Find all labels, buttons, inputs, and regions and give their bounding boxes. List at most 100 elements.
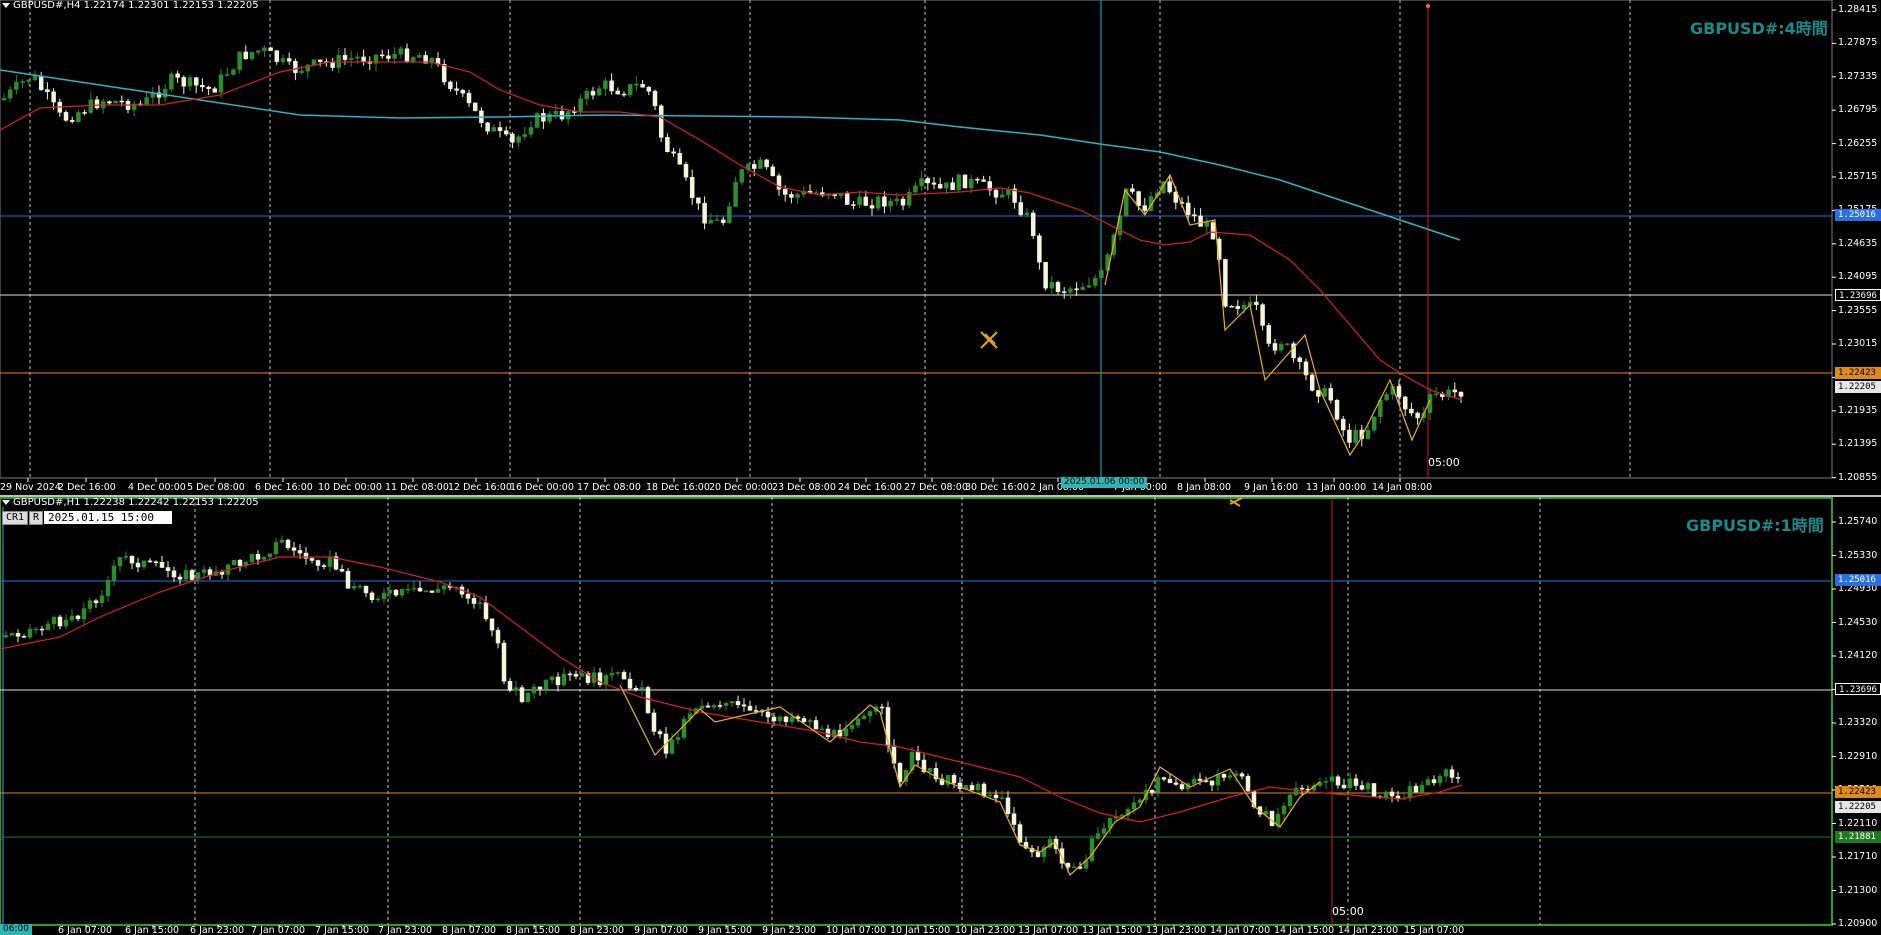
h1-candle-body — [1443, 769, 1449, 777]
h4-candle-body — [1024, 212, 1030, 216]
h4-candle-body — [200, 84, 205, 88]
h1-candle-body — [1449, 769, 1455, 778]
h4-candle-body — [7, 89, 13, 99]
h1-candle-body — [1179, 784, 1185, 790]
h1-candle-body — [621, 672, 627, 680]
r-button[interactable]: R — [29, 511, 44, 525]
h4-candle-body — [702, 202, 707, 224]
h1-candle-body — [267, 553, 273, 558]
h4-price-label: 1.23015 — [1838, 338, 1878, 349]
h4-candle-body — [460, 90, 466, 94]
h4-candle-body — [249, 52, 255, 59]
h4-candle-body — [584, 90, 590, 99]
h4-candle-body — [268, 47, 273, 51]
collapse-triangle-icon[interactable] — [2, 499, 10, 505]
h4-candle-body — [962, 174, 968, 189]
h1-candle-body — [1347, 778, 1353, 789]
h4-chart-panel[interactable]: GBPUSD#,H4 1.22174 1.22301 1.22153 1.222… — [0, 0, 1881, 497]
h1-candle-body — [309, 558, 315, 561]
h1-candle-body — [177, 576, 183, 580]
h1-candle-body — [495, 629, 501, 644]
h4-candle-body — [212, 88, 218, 93]
h4-candle-body — [900, 198, 906, 206]
h4-candle-body — [615, 90, 621, 95]
h4-candle-body — [789, 194, 794, 198]
h1-candle-body — [1089, 838, 1095, 861]
h1-candle-body — [387, 589, 393, 594]
h4-candle-body — [1055, 282, 1061, 292]
h1-candle-body — [735, 701, 741, 706]
h1-candle-body — [777, 716, 783, 722]
h4-candle-body — [851, 204, 856, 206]
h1-candle-body — [1245, 775, 1251, 792]
h4-candle-body — [1030, 212, 1036, 237]
h4-candle-body — [361, 56, 366, 62]
h1-candle-body — [627, 678, 633, 689]
h1-blue-level-tag: 1.25016 — [1835, 574, 1881, 586]
h4-candle-body — [20, 81, 25, 83]
h1-time-label: 15 Jan 07:00 — [1404, 925, 1465, 935]
h4-candle-body — [392, 53, 397, 59]
h4-candle-body — [596, 88, 602, 96]
h4-candle-body — [1365, 429, 1371, 439]
h4-candle-body — [299, 70, 304, 73]
h1-candle-body — [129, 555, 135, 564]
h4-candle-body — [175, 73, 180, 78]
h4-candle-body — [417, 55, 422, 58]
h4-candle-body — [231, 69, 236, 75]
h1-candle-body — [1419, 784, 1425, 793]
h4-candle-body — [553, 111, 559, 115]
h1-candle-body — [543, 679, 549, 690]
h4-candle-body — [311, 59, 317, 66]
h4-chart-title: GBPUSD#:4時間 — [1690, 19, 1828, 38]
h1-candle-body — [363, 585, 369, 594]
h1-candle-body — [87, 600, 93, 609]
h4-candle-body — [1309, 374, 1315, 391]
h1-candle-body — [849, 724, 855, 729]
h4-candle-body — [677, 153, 683, 165]
h1-candle-body — [1437, 776, 1443, 784]
h1-candle-body — [279, 539, 285, 543]
h4-candle-body — [1303, 361, 1309, 376]
cr1-button[interactable]: CR1 — [2, 511, 29, 525]
h4-price-label: 1.20855 — [1838, 471, 1878, 483]
h4-candle-body — [1235, 306, 1241, 309]
h1-candle-body — [981, 783, 987, 797]
date-input[interactable]: 2025.01.15 15:00 — [44, 511, 172, 524]
h1-chart-panel[interactable]: GBPUSD#,H1 1.22238 1.22242 1.22153 1.222… — [0, 497, 1881, 935]
h1-time-label: 10 Jan 23:00 — [955, 925, 1016, 935]
h1-chart-canvas[interactable] — [0, 497, 1881, 935]
h4-candle-body — [683, 163, 689, 178]
h4-candle-body — [1396, 386, 1402, 398]
h4-candle-body — [472, 102, 478, 112]
h4-candle-body — [82, 112, 87, 114]
h4-bid-tag: 1.22205 — [1835, 381, 1881, 393]
collapse-triangle-icon[interactable] — [2, 2, 10, 8]
h1-candle-body — [135, 562, 141, 568]
h1-candle-body — [315, 560, 321, 566]
h1-candle-body — [651, 712, 657, 732]
h1-candle-body — [1131, 802, 1137, 810]
h4-candle-body — [882, 196, 887, 207]
h1-candle-body — [1155, 777, 1161, 793]
h1-time-label: 14 Jan 15:00 — [1274, 925, 1335, 935]
h4-chart-canvas[interactable] — [0, 0, 1881, 497]
h4-candle-body — [925, 178, 931, 184]
h4-candle-body — [224, 74, 230, 76]
h4-candle-body — [1068, 288, 1073, 293]
h4-candle-body — [262, 47, 267, 52]
h4-candle-body — [696, 197, 701, 204]
h1-candle-body — [51, 616, 57, 625]
h4-time-label: 16 Dec 00:00 — [510, 482, 574, 493]
h1-time-label: 6 Jan 23:00 — [190, 925, 245, 935]
h4-candle-body — [1328, 388, 1334, 401]
h4-orange-level-tag: 1.22423 — [1835, 367, 1881, 379]
h1-candle-body — [1425, 779, 1431, 786]
h1-candle-body — [723, 702, 729, 706]
h4-price-label: 1.21935 — [1838, 404, 1878, 416]
h1-candle-body — [507, 681, 513, 691]
h1-candle-body — [165, 567, 171, 572]
h1-first-time-label: 06:00 — [0, 924, 32, 935]
h1-candle-body — [639, 687, 645, 690]
h4-candle-body — [621, 93, 627, 96]
